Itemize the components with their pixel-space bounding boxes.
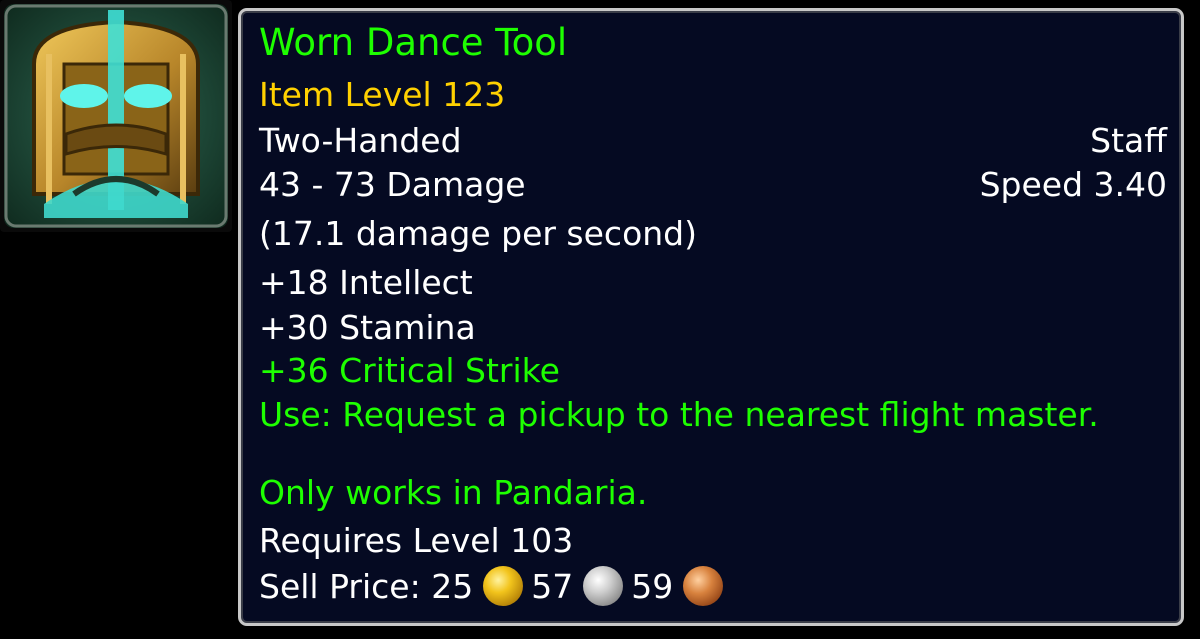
sell-price-gold: 25 [431,567,474,606]
item-name: Worn Dance Tool [259,21,568,64]
sell-price-silver: 57 [531,567,574,606]
item-icon[interactable] [0,0,232,232]
slot-label: Two-Handed [259,121,462,160]
weapon-type: Staff [1090,121,1167,160]
stat-critical-strike: +36 Critical Strike [259,351,560,390]
silver-coin-icon [583,565,624,606]
stat-intellect: +18 Intellect [259,263,473,302]
damage-row: 43 - 73 Damage Speed 3.40 [259,163,1167,207]
sell-price-copper: 59 [631,567,674,606]
item-tooltip: Worn Dance Tool Item Level 123 Two-Hande… [238,8,1184,626]
zone-restriction: Only works in Pandaria. [259,473,648,512]
weapon-speed: Speed 3.40 [979,165,1167,204]
sell-price-row: Sell Price: 25 57 59 [259,565,1167,609]
item-level: Item Level 123 [259,75,506,114]
damage-range: 43 - 73 Damage [259,165,526,204]
sell-price-label: Sell Price: [259,567,421,606]
use-effect-text: Use: Request a pickup to the nearest fli… [259,395,1099,434]
stat-stamina: +30 Stamina [259,308,476,347]
dps-text: (17.1 damage per second) [259,214,697,253]
copper-coin-icon [683,565,724,606]
required-level: Requires Level 103 [259,521,574,560]
golden-mask-icon [4,4,228,228]
gold-coin-icon [483,565,524,606]
slot-row: Two-Handed Staff [259,119,1167,163]
